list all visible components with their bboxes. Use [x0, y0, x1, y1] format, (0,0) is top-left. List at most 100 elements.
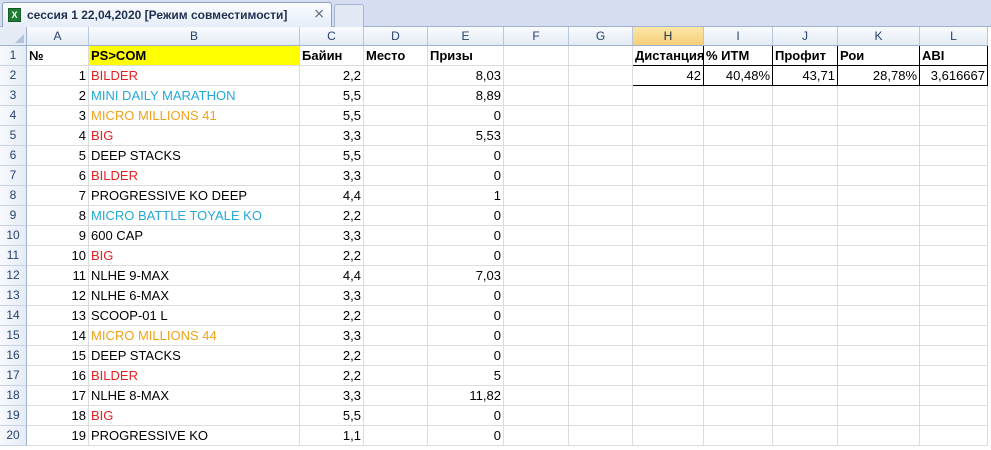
column-header-l[interactable]: L — [920, 27, 988, 46]
cell[interactable] — [569, 206, 633, 226]
row-header-9[interactable]: 9 — [0, 206, 27, 226]
cell[interactable] — [364, 306, 428, 326]
tournament-name-cell[interactable]: SCOOP-01 L — [89, 306, 300, 326]
cell[interactable] — [364, 366, 428, 386]
header-name[interactable]: PS>COM — [89, 46, 300, 66]
cell[interactable] — [633, 166, 704, 186]
prize-cell[interactable]: 0 — [428, 246, 504, 266]
column-header-c[interactable]: C — [300, 27, 364, 46]
cell[interactable] — [920, 426, 988, 446]
cell[interactable] — [838, 226, 920, 246]
cell[interactable] — [504, 266, 569, 286]
tournament-name-cell[interactable]: 600 CAP — [89, 226, 300, 246]
cell[interactable] — [838, 246, 920, 266]
row-number-cell[interactable]: 18 — [27, 406, 89, 426]
cell[interactable] — [773, 386, 838, 406]
cell[interactable] — [569, 66, 633, 86]
new-tab-button[interactable] — [334, 4, 364, 27]
cell[interactable] — [838, 126, 920, 146]
column-header-k[interactable]: K — [838, 27, 920, 46]
cell[interactable] — [364, 186, 428, 206]
stats-value-cell[interactable]: 42 — [633, 66, 704, 86]
prize-cell[interactable]: 0 — [428, 306, 504, 326]
cell[interactable] — [569, 146, 633, 166]
row-number-cell[interactable]: 5 — [27, 146, 89, 166]
buyin-cell[interactable]: 5,5 — [300, 406, 364, 426]
cell[interactable] — [504, 66, 569, 86]
cell[interactable] — [920, 346, 988, 366]
cell[interactable] — [364, 166, 428, 186]
cell[interactable] — [364, 86, 428, 106]
cell[interactable] — [569, 86, 633, 106]
buyin-cell[interactable]: 4,4 — [300, 266, 364, 286]
stats-header-cell[interactable]: % ИТМ — [704, 46, 773, 66]
cell[interactable] — [920, 306, 988, 326]
cell[interactable] — [838, 366, 920, 386]
cell[interactable] — [773, 226, 838, 246]
cell[interactable] — [364, 426, 428, 446]
cell[interactable] — [920, 86, 988, 106]
cell[interactable] — [920, 406, 988, 426]
buyin-cell[interactable]: 1,1 — [300, 426, 364, 446]
cell[interactable] — [773, 286, 838, 306]
prize-cell[interactable]: 0 — [428, 286, 504, 306]
cell[interactable] — [633, 226, 704, 246]
cell[interactable] — [920, 166, 988, 186]
tournament-name-cell[interactable]: BILDER — [89, 366, 300, 386]
stats-value-cell[interactable]: 40,48% — [704, 66, 773, 86]
prize-cell[interactable]: 0 — [428, 106, 504, 126]
prize-cell[interactable]: 8,89 — [428, 86, 504, 106]
row-header-3[interactable]: 3 — [0, 86, 27, 106]
tournament-name-cell[interactable]: MICRO BATTLE TOYALE KO — [89, 206, 300, 226]
header-num[interactable]: № — [27, 46, 89, 66]
cell[interactable] — [633, 326, 704, 346]
column-header-j[interactable]: J — [773, 27, 838, 46]
row-number-cell[interactable]: 17 — [27, 386, 89, 406]
cell[interactable] — [704, 226, 773, 246]
column-header-h[interactable]: H — [633, 27, 704, 46]
buyin-cell[interactable]: 3,3 — [300, 126, 364, 146]
prize-cell[interactable]: 0 — [428, 346, 504, 366]
cell[interactable] — [920, 226, 988, 246]
row-header-12[interactable]: 12 — [0, 266, 27, 286]
cell[interactable] — [569, 286, 633, 306]
buyin-cell[interactable]: 3,3 — [300, 226, 364, 246]
cell[interactable] — [504, 346, 569, 366]
cell[interactable] — [569, 406, 633, 426]
cell[interactable] — [504, 126, 569, 146]
cell[interactable] — [773, 306, 838, 326]
cell[interactable] — [569, 306, 633, 326]
buyin-cell[interactable]: 3,3 — [300, 286, 364, 306]
prize-cell[interactable]: 0 — [428, 206, 504, 226]
cell[interactable] — [773, 126, 838, 146]
cell[interactable] — [838, 86, 920, 106]
buyin-cell[interactable]: 2,2 — [300, 66, 364, 86]
cell[interactable] — [569, 366, 633, 386]
cell[interactable] — [838, 146, 920, 166]
cell[interactable] — [704, 206, 773, 226]
cell[interactable] — [920, 126, 988, 146]
cell[interactable] — [773, 146, 838, 166]
buyin-cell[interactable]: 5,5 — [300, 86, 364, 106]
cell[interactable] — [704, 166, 773, 186]
cell[interactable] — [569, 426, 633, 446]
cell[interactable] — [633, 426, 704, 446]
cell[interactable] — [504, 206, 569, 226]
workbook-tab[interactable]: X сессия 1 22,04,2020 [Режим совместимос… — [2, 2, 332, 27]
tournament-name-cell[interactable]: NLHE 6-MAX — [89, 286, 300, 306]
cell[interactable] — [504, 166, 569, 186]
row-number-cell[interactable]: 15 — [27, 346, 89, 366]
stats-header-cell[interactable]: Профит — [773, 46, 838, 66]
cell[interactable] — [633, 406, 704, 426]
row-number-cell[interactable]: 8 — [27, 206, 89, 226]
cell[interactable] — [633, 346, 704, 366]
cell[interactable] — [773, 426, 838, 446]
cell[interactable] — [773, 266, 838, 286]
column-header-i[interactable]: I — [704, 27, 773, 46]
row-number-cell[interactable]: 3 — [27, 106, 89, 126]
cell[interactable] — [633, 106, 704, 126]
cell[interactable] — [364, 346, 428, 366]
cell[interactable] — [704, 386, 773, 406]
cell[interactable] — [504, 146, 569, 166]
prize-cell[interactable]: 0 — [428, 146, 504, 166]
